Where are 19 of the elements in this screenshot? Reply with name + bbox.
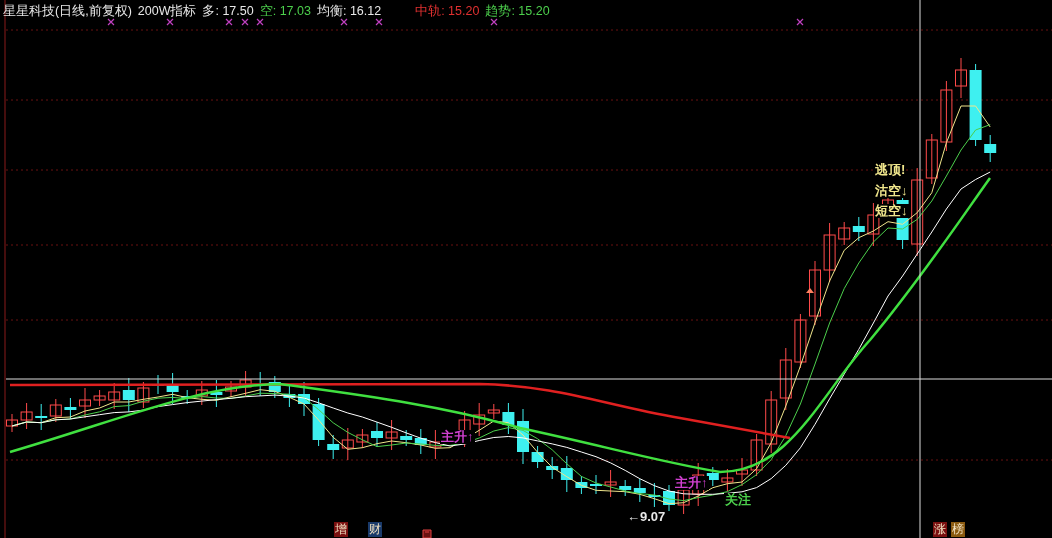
- chart-annotation: 主升↑: [674, 476, 709, 490]
- chart-annotation: 关注: [724, 493, 752, 507]
- indicator-reading: 空: 17.03: [259, 2, 311, 20]
- chart-annotation: 逃顶!: [874, 163, 907, 177]
- chart-annotation: 短空↓: [874, 204, 909, 218]
- event-marker: 增: [334, 522, 348, 537]
- chart-annotation: 沽空↓: [874, 184, 909, 198]
- indicator-reading: 多: 17.50: [202, 2, 254, 20]
- event-marker: 榜: [951, 522, 965, 537]
- chart-annotation: ←9.07: [626, 510, 667, 524]
- event-marker: 涨: [933, 522, 947, 537]
- event-marker: 财: [368, 522, 382, 537]
- indicator-name: 200W指标: [137, 2, 197, 20]
- stock-title: 星星科技(日线,前复权): [3, 2, 132, 20]
- indicator-reading: 均衡: 16.12: [316, 2, 382, 20]
- indicator-reading: 中轨: 15.20: [415, 2, 480, 20]
- chart-annotation: 主升↑: [440, 430, 475, 444]
- up-arrow-icon: [806, 288, 814, 293]
- indicator-reading: 趋势: 15.20: [485, 2, 550, 20]
